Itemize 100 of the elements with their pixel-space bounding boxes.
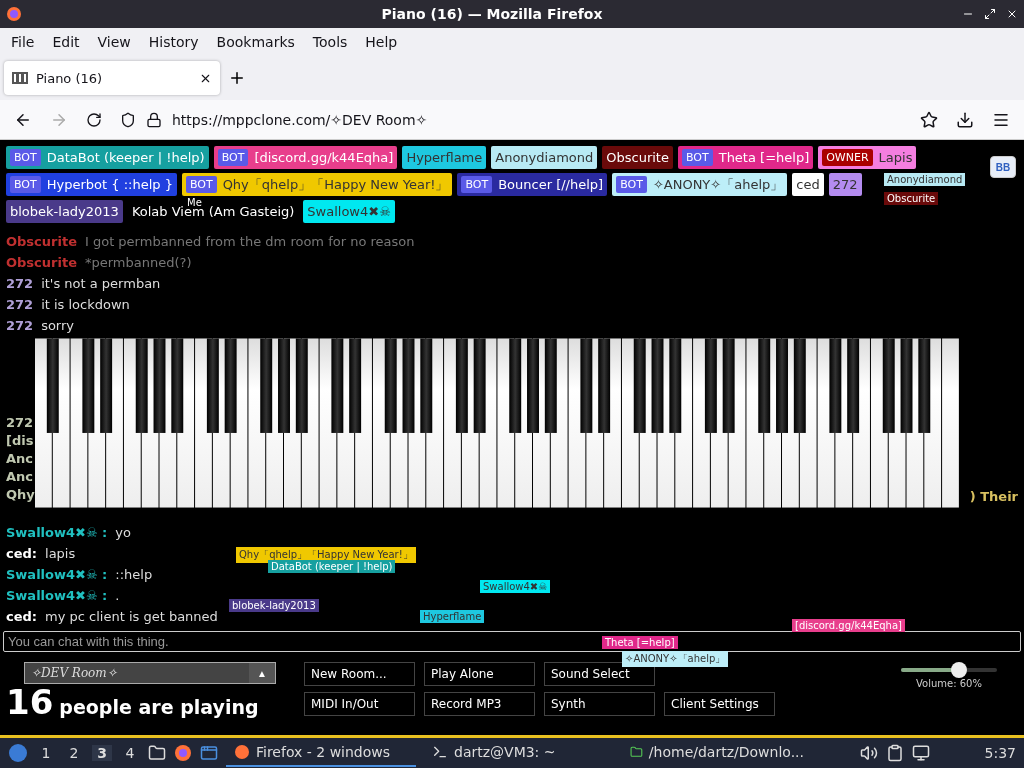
cursor-name-tooltip: Qhy「qhelp」「Happy New Year!」	[236, 547, 416, 563]
window-icon[interactable]	[200, 744, 218, 762]
chat-username: Obscurite	[6, 234, 77, 249]
chat-username: ced:	[6, 609, 38, 624]
user-name: Theta [=help]	[718, 150, 810, 165]
control-button[interactable]: Synth	[544, 692, 655, 716]
chat-message: .	[115, 588, 120, 603]
folder-icon[interactable]	[148, 744, 166, 762]
user-badge[interactable]: BOT Hyperbot { ::help }	[6, 173, 177, 196]
chat-message: it is lockdown	[41, 297, 130, 312]
user-name: Bouncer [//help]	[498, 177, 604, 192]
user-name: ✧ANONY✧「ahelp」	[652, 175, 784, 194]
menu-item[interactable]: Help	[356, 34, 407, 50]
browser-tab[interactable]: Piano (16)	[4, 61, 220, 95]
user-badge[interactable]: BOT ✧ANONY✧「ahelp」	[612, 173, 788, 196]
control-button[interactable]: MIDI In/Out	[304, 692, 415, 716]
user-name: [discord.gg/k44Eqha]	[254, 150, 394, 165]
window-title: Piano (16) — Mozilla Firefox	[380, 6, 604, 22]
cursor-name-tooltip: ✧ANONY✧「ahelp」	[622, 651, 729, 667]
user-badge[interactable]: BOT DataBot (keeper | !help)	[6, 146, 209, 169]
menu-item[interactable]: Edit	[43, 34, 89, 50]
chat-message: my pc client is get banned	[45, 609, 218, 624]
role-tag: BOT	[461, 176, 493, 193]
chat-fragment: 272	[6, 415, 35, 430]
lock-icon[interactable]	[146, 111, 162, 128]
start-menu-icon[interactable]	[8, 743, 28, 763]
role-tag: BOT	[616, 176, 647, 193]
cursor-name-tooltip: Me	[184, 196, 205, 209]
chat-message: it's not a permban	[41, 276, 161, 291]
up-arrow-button[interactable]: ▲	[249, 663, 275, 683]
bb-button[interactable]: BB	[990, 156, 1016, 178]
control-button[interactable]: Client Settings	[664, 692, 775, 716]
close-icon[interactable]	[1006, 8, 1018, 20]
control-button[interactable]: New Room...	[304, 662, 415, 686]
chat-message: *permbanned(?)	[84, 255, 192, 270]
role-tag: BOT	[681, 149, 713, 166]
piano-keyboard-drawing[interactable]	[34, 338, 960, 510]
chat-username: Swallow4✖☠ :	[6, 588, 108, 603]
reload-icon[interactable]	[86, 111, 102, 128]
workspace-switch[interactable]: 2	[64, 745, 84, 761]
control-button[interactable]: Record MP3	[424, 692, 535, 716]
control-button[interactable]: Sound Select	[544, 662, 655, 686]
menu-item[interactable]: History	[139, 34, 208, 50]
cursor-name-tooltip: [discord.gg/k44Eqha]	[792, 619, 905, 632]
chat-message: sorry	[41, 318, 75, 333]
shield-icon[interactable]	[120, 111, 136, 128]
user-badge[interactable]: OWNER Lapis	[818, 146, 917, 169]
terminal-icon	[432, 744, 448, 760]
new-tab-icon[interactable]	[228, 69, 246, 87]
role-tag: BOT	[10, 176, 41, 193]
chat-username: 272	[6, 318, 34, 333]
chat-username: Swallow4✖☠ :	[6, 567, 108, 582]
taskbar-task[interactable]: Firefox - 2 windows	[226, 739, 416, 767]
workspace-switch[interactable]: 4	[120, 745, 140, 761]
clipboard-icon[interactable]	[886, 744, 904, 762]
taskbar-task[interactable]: /home/dartz/Downlo...	[622, 739, 812, 767]
chat-username: Obscurite	[6, 255, 77, 270]
room-select[interactable]: ✧DEV Room✧ ▲	[24, 662, 276, 684]
volume-knob[interactable]	[950, 662, 967, 678]
user-name: Hyperbot { ::help }	[46, 177, 173, 192]
user-name: Qhy「qhelp」「Happy New Year!」	[222, 175, 449, 194]
download-icon[interactable]	[956, 110, 974, 129]
chat-username: ced:	[6, 546, 38, 561]
chat-username: Swallow4✖☠ :	[6, 525, 108, 540]
chat-fragment: ) Their	[969, 489, 1018, 504]
user-badge[interactable]: BOT Bouncer [//help]	[457, 173, 608, 196]
workspace-switch[interactable]: 1	[36, 745, 56, 761]
menu-item[interactable]: View	[88, 34, 140, 50]
user-badge[interactable]: BOT Qhy「qhelp」「Happy New Year!」	[181, 173, 453, 196]
role-tag: BOT	[185, 176, 217, 193]
role-tag: BOT	[10, 149, 41, 166]
taskbar-task[interactable]: dartz@VM3: ~	[424, 739, 614, 767]
chat-message: ::help	[115, 567, 153, 582]
cursor-name-tooltip: Theta [=help]	[602, 636, 678, 649]
chat-message: lapis	[45, 546, 76, 561]
chat-username: 272	[6, 297, 34, 312]
workspace-switch[interactable]: 3	[92, 745, 112, 761]
cursor-name-tooltip: DataBot (keeper | !help)	[268, 560, 396, 573]
user-badge[interactable]: BOT [discord.gg/k44Eqha]	[213, 146, 398, 169]
speaker-icon[interactable]	[860, 744, 878, 762]
chat-message: yo	[115, 525, 131, 540]
folder-icon	[630, 744, 643, 760]
firefox-logo-icon[interactable]	[174, 744, 192, 762]
control-button[interactable]: Play Alone	[424, 662, 535, 686]
chat-fragment: Anc	[6, 469, 35, 484]
user-name: DataBot (keeper | !help)	[46, 150, 205, 165]
user-badge[interactable]: BOT Theta [=help]	[677, 146, 814, 169]
bookmark-star-icon[interactable]	[920, 110, 938, 129]
chat-fragment: Qhy	[6, 487, 35, 502]
cursor-name-tooltip: Obscurite	[884, 192, 939, 205]
maximize-icon[interactable]	[984, 8, 996, 20]
player-count-label: people are playing	[59, 696, 259, 718]
cursor-name-tooltip: Anonydiamond	[884, 173, 966, 186]
menu-item[interactable]: File	[2, 34, 44, 50]
cursor-name-tooltip: Hyperflame	[420, 610, 485, 623]
menu-item[interactable]: Bookmarks	[207, 34, 304, 50]
chat-message: I got permbanned from the dm room for no reason	[84, 234, 415, 249]
menu-item[interactable]: Tools	[303, 34, 357, 50]
cursor-name-tooltip: Swallow4✖☠	[480, 580, 551, 593]
firefox-logo-icon	[234, 744, 250, 760]
